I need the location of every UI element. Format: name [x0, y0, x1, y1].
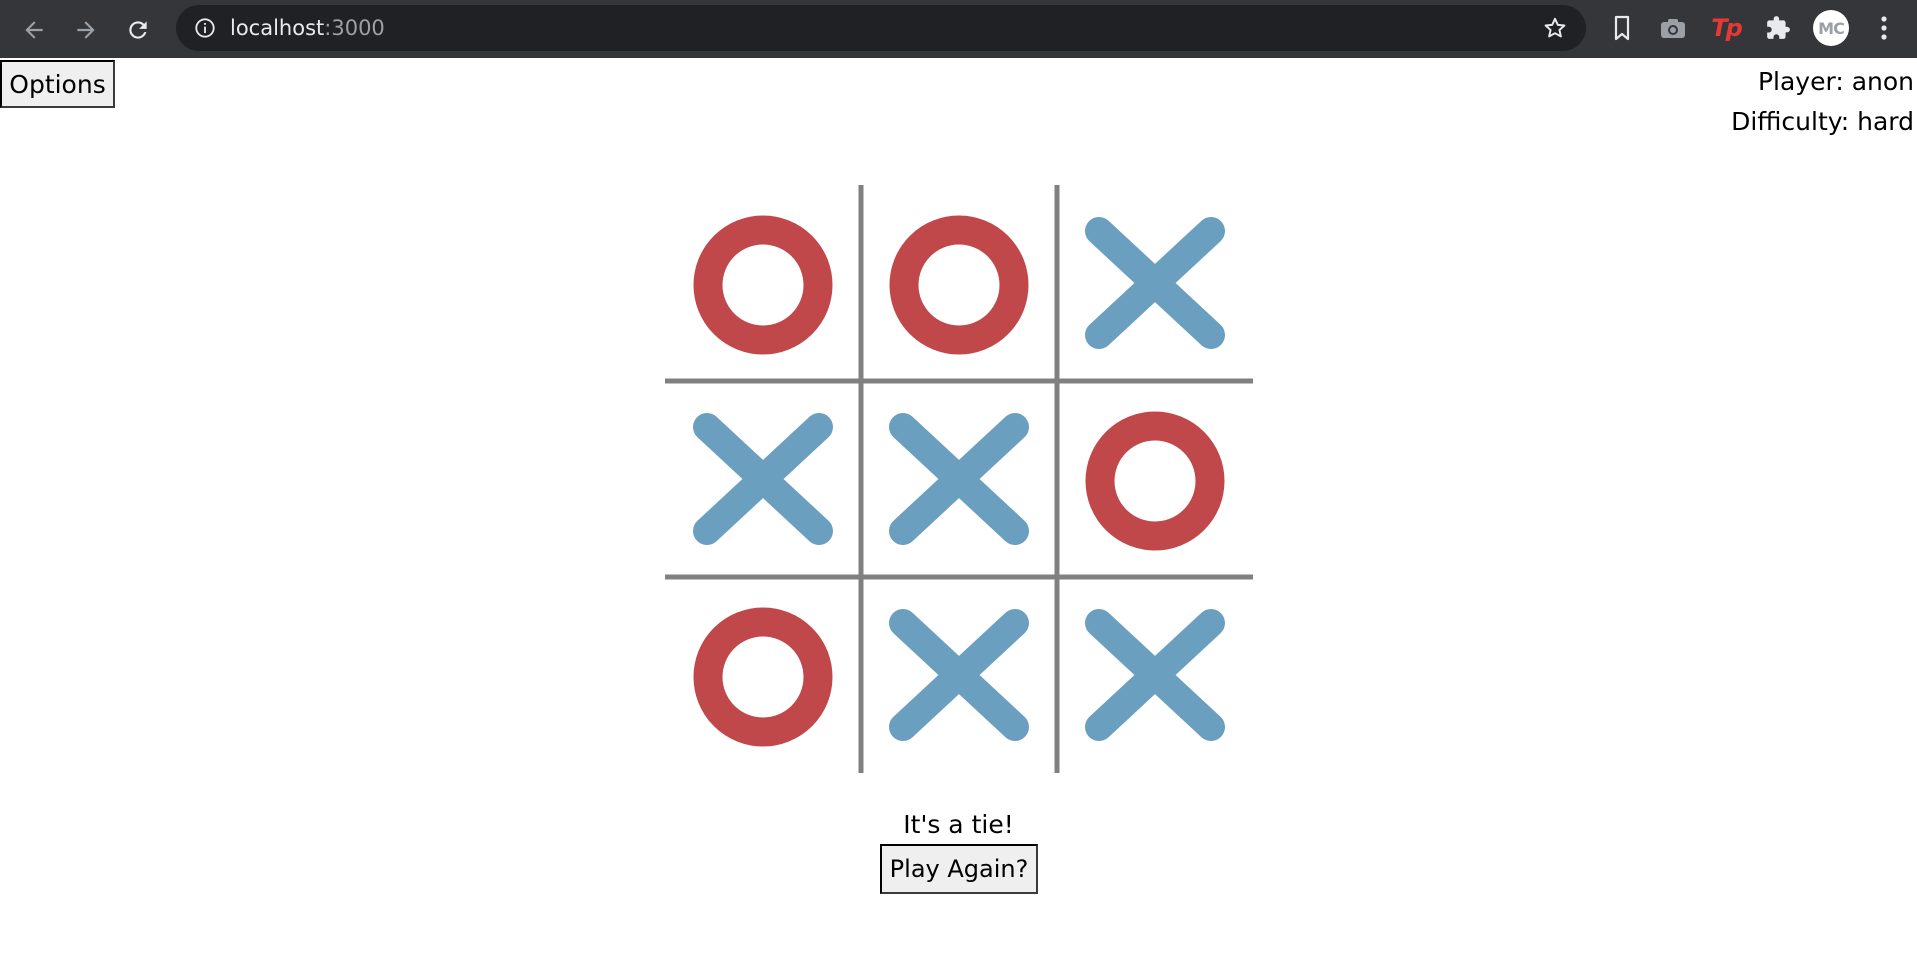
game-board: [665, 185, 1253, 773]
x-mark-icon: [889, 609, 1029, 741]
game-status: It's a tie!: [903, 810, 1014, 839]
bookmark-icon[interactable]: [1604, 10, 1640, 46]
browser-toolbar: localhost:3000 Tp MC: [0, 0, 1917, 58]
url-port: :3000: [324, 16, 385, 40]
board-cell-0-0[interactable]: [665, 185, 861, 381]
board-cell-2-1[interactable]: [861, 577, 1057, 773]
address-bar[interactable]: localhost:3000: [176, 5, 1586, 51]
player-info: Player: anon Difficulty: hard: [1731, 62, 1914, 142]
x-mark-icon: [889, 413, 1029, 545]
x-mark-icon: [693, 413, 833, 545]
o-mark-icon: [693, 607, 833, 747]
url-text: localhost:3000: [230, 15, 385, 41]
kebab-menu-icon[interactable]: [1866, 10, 1902, 46]
options-button[interactable]: Options: [0, 60, 115, 108]
o-mark-icon: [1085, 411, 1225, 551]
back-arrow-icon[interactable]: [12, 8, 56, 52]
avatar[interactable]: MC: [1813, 10, 1849, 46]
board-cell-0-2[interactable]: [1057, 185, 1253, 381]
play-again-button[interactable]: Play Again?: [880, 844, 1038, 894]
o-mark-icon: [889, 215, 1029, 355]
avatar-initials: MC: [1818, 18, 1845, 38]
player-name: Player: anon: [1757, 67, 1914, 96]
extension-tp-icon[interactable]: Tp: [1708, 10, 1744, 46]
forward-arrow-icon[interactable]: [64, 8, 108, 52]
board-cell-1-1[interactable]: [861, 381, 1057, 577]
x-mark-icon: [1085, 217, 1225, 349]
o-mark-icon: [693, 215, 833, 355]
difficulty-level: Difficulty: hard: [1731, 107, 1914, 136]
x-mark-icon: [1085, 609, 1225, 741]
board-cell-2-2[interactable]: [1057, 577, 1253, 773]
board-cell-0-1[interactable]: [861, 185, 1057, 381]
puzzle-icon[interactable]: [1760, 10, 1796, 46]
board-cell-1-0[interactable]: [665, 381, 861, 577]
board-cell-2-0[interactable]: [665, 577, 861, 773]
star-icon[interactable]: [1542, 15, 1568, 41]
camera-icon[interactable]: [1655, 10, 1691, 46]
reload-icon[interactable]: [116, 8, 160, 52]
extension-tp-label: Tp: [1711, 14, 1743, 42]
url-host: localhost: [230, 16, 325, 40]
info-icon[interactable]: [194, 17, 216, 39]
board-cell-1-2[interactable]: [1057, 381, 1253, 577]
